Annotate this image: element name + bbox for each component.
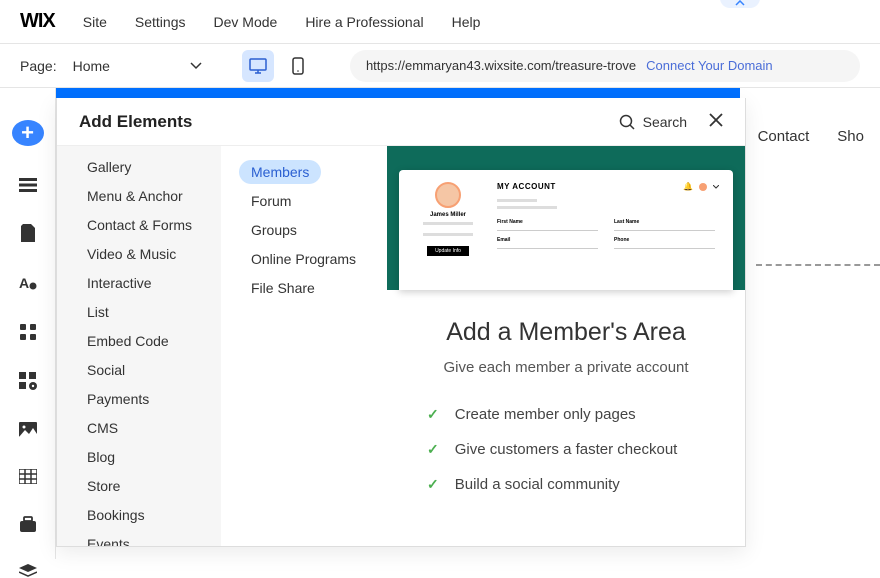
- cat-payments[interactable]: Payments: [77, 386, 159, 412]
- mock-phone-label: Phone: [614, 237, 715, 243]
- category-column[interactable]: Gallery Menu & Anchor Contact & Forms Vi…: [57, 146, 221, 546]
- benefits-list: ✓ Create member only pages ✓ Give custom…: [417, 406, 715, 493]
- page-name: Home: [73, 58, 110, 74]
- mobile-view-button[interactable]: [282, 50, 314, 82]
- section-divider: [756, 264, 880, 266]
- cat-bookings[interactable]: Bookings: [77, 502, 155, 528]
- cat-menu-anchor[interactable]: Menu & Anchor: [77, 183, 193, 209]
- preview-column: James Miller Update Info MY ACCOUNT Firs…: [387, 146, 745, 546]
- left-rail: + A: [0, 88, 56, 559]
- nav-contact[interactable]: Contact: [758, 128, 810, 145]
- cat-cms[interactable]: CMS: [77, 415, 128, 441]
- panel-title: Add Elements: [79, 112, 192, 132]
- preview-image: James Miller Update Info MY ACCOUNT Firs…: [387, 146, 745, 290]
- close-button[interactable]: [709, 111, 723, 132]
- bell-icon: 🔔: [683, 182, 693, 191]
- benefit-text: Build a social community: [455, 476, 620, 493]
- sub-members[interactable]: Members: [239, 160, 321, 184]
- preview-subheading: Give each member a private account: [417, 357, 715, 378]
- cat-blog[interactable]: Blog: [77, 444, 125, 470]
- mobile-icon: [292, 57, 304, 75]
- cat-video-music[interactable]: Video & Music: [77, 241, 186, 267]
- mock-first-label: First Name: [497, 219, 598, 225]
- mock-name: James Miller: [430, 212, 466, 218]
- cat-interactive[interactable]: Interactive: [77, 270, 162, 296]
- menu-settings[interactable]: Settings: [135, 14, 186, 30]
- check-icon: ✓: [427, 476, 439, 493]
- benefit-item: ✓ Give customers a faster checkout: [427, 441, 705, 458]
- add-elements-button[interactable]: +: [12, 120, 44, 146]
- subcategory-column: Members Forum Groups Online Programs Fil…: [221, 146, 387, 546]
- search-icon: [619, 114, 635, 130]
- sub-file-share[interactable]: File Share: [239, 276, 327, 300]
- cat-embed-code[interactable]: Embed Code: [77, 328, 179, 354]
- user-avatar-icon: [699, 183, 707, 191]
- mock-window: James Miller Update Info MY ACCOUNT Firs…: [399, 170, 733, 290]
- pages-icon[interactable]: [12, 224, 44, 242]
- search-label: Search: [643, 114, 687, 130]
- cat-gallery[interactable]: Gallery: [77, 154, 141, 180]
- preview-content: Add a Member's Area Give each member a p…: [387, 290, 745, 511]
- benefit-item: ✓ Build a social community: [427, 476, 705, 493]
- top-bar: WIX Site Settings Dev Mode Hire a Profes…: [0, 0, 880, 44]
- check-icon: ✓: [427, 441, 439, 458]
- panel-body: Gallery Menu & Anchor Contact & Forms Vi…: [57, 146, 745, 546]
- avatar: [435, 182, 461, 208]
- menu-hire[interactable]: Hire a Professional: [305, 14, 423, 30]
- page-select[interactable]: Home: [73, 58, 202, 74]
- close-icon: [709, 113, 723, 127]
- menu-dev-mode[interactable]: Dev Mode: [214, 14, 278, 30]
- sub-groups[interactable]: Groups: [239, 218, 309, 242]
- desktop-icon: [249, 58, 267, 74]
- sub-online-programs[interactable]: Online Programs: [239, 247, 368, 271]
- cat-social[interactable]: Social: [77, 357, 135, 383]
- media-icon[interactable]: [12, 422, 44, 437]
- benefit-item: ✓ Create member only pages: [427, 406, 705, 423]
- mock-last-label: Last Name: [614, 219, 715, 225]
- mock-update-button: Update Info: [427, 246, 469, 256]
- benefit-text: Create member only pages: [455, 406, 636, 423]
- wix-logo[interactable]: WIX: [20, 10, 55, 33]
- site-url: https://emmaryan43.wixsite.com/treasure-…: [366, 58, 636, 73]
- chevron-down-icon: [190, 62, 202, 70]
- active-strip: [56, 88, 740, 98]
- tool-bar: Page: Home https://emmaryan43.wixsite.co…: [0, 44, 880, 88]
- sub-forum[interactable]: Forum: [239, 189, 303, 213]
- chevron-down-icon: [713, 185, 719, 189]
- apps-icon[interactable]: [12, 324, 44, 340]
- business-icon[interactable]: [12, 516, 44, 532]
- top-menu: Site Settings Dev Mode Hire a Profession…: [83, 14, 481, 30]
- search-button[interactable]: Search: [619, 114, 687, 130]
- cat-list[interactable]: List: [77, 299, 119, 325]
- sections-icon[interactable]: [12, 178, 44, 192]
- cat-store[interactable]: Store: [77, 473, 130, 499]
- menu-help[interactable]: Help: [452, 14, 481, 30]
- cat-events[interactable]: Events: [77, 531, 140, 546]
- url-bar: https://emmaryan43.wixsite.com/treasure-…: [350, 50, 860, 82]
- design-icon[interactable]: A: [12, 274, 44, 292]
- layers-icon[interactable]: [12, 564, 44, 578]
- benefit-text: Give customers a faster checkout: [455, 441, 678, 458]
- svg-text:A: A: [19, 275, 29, 291]
- collapse-indicator[interactable]: [720, 0, 760, 8]
- panel-header: Add Elements Search: [57, 98, 745, 146]
- mock-email-label: Email: [497, 237, 598, 243]
- desktop-view-button[interactable]: [242, 50, 274, 82]
- connect-domain-link[interactable]: Connect Your Domain: [646, 58, 772, 73]
- add-elements-panel: Add Elements Search Gallery Menu & Ancho…: [56, 98, 746, 547]
- menu-site[interactable]: Site: [83, 14, 107, 30]
- check-icon: ✓: [427, 406, 439, 423]
- preview-heading: Add a Member's Area: [417, 318, 715, 347]
- content-icon[interactable]: [12, 469, 44, 484]
- page-label: Page:: [20, 58, 57, 74]
- addons-icon[interactable]: [12, 372, 44, 390]
- cat-contact-forms[interactable]: Contact & Forms: [77, 212, 202, 238]
- nav-shop[interactable]: Sho: [837, 128, 864, 145]
- device-group: [242, 50, 314, 82]
